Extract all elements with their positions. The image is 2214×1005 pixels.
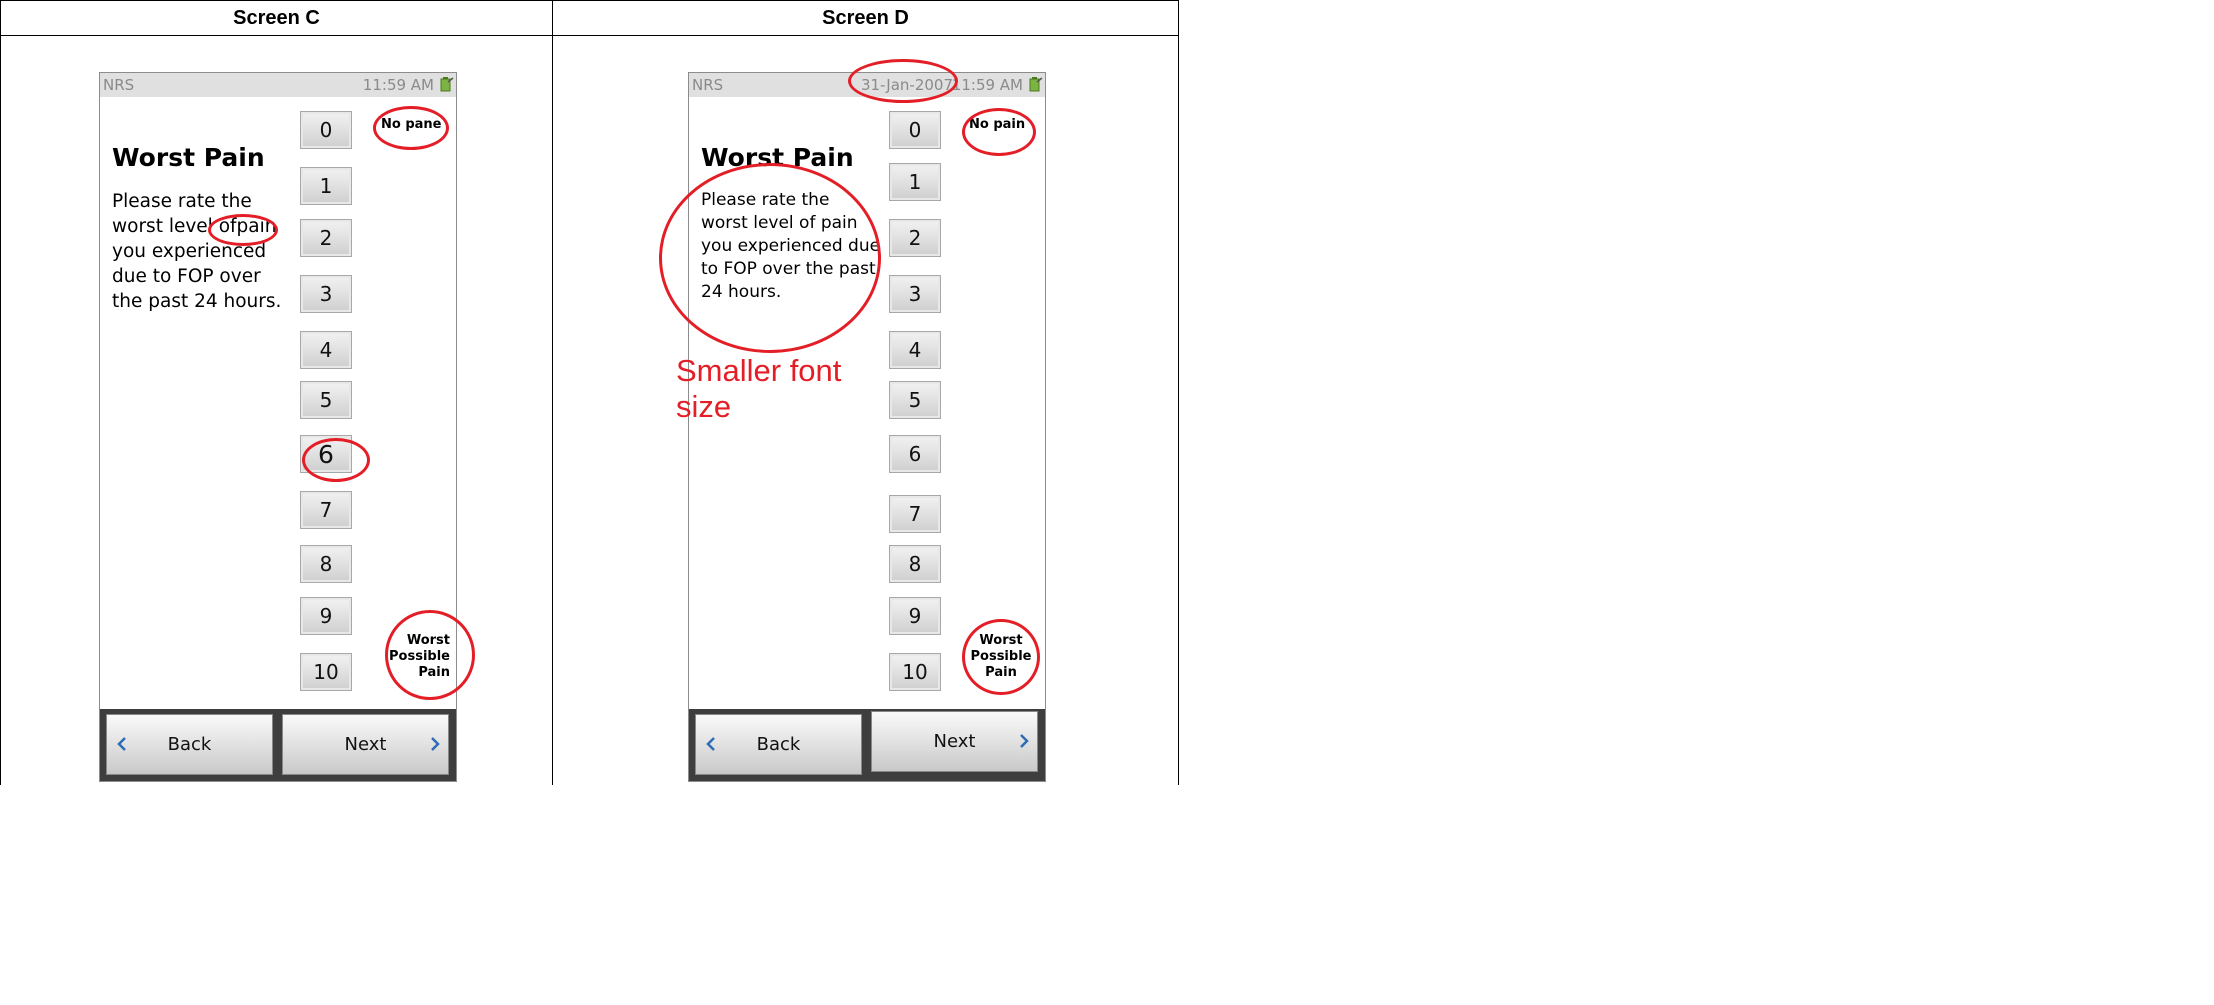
annotation-ring-worst-pain bbox=[962, 619, 1040, 695]
annotation-ring-prompt bbox=[659, 163, 881, 353]
scale-option-7[interactable]: 7 bbox=[300, 491, 352, 529]
scale-option-2[interactable]: 2 bbox=[300, 219, 352, 257]
chevron-left-icon bbox=[117, 737, 126, 751]
scale-option-1[interactable]: 1 bbox=[300, 167, 352, 205]
clock: 11:59 AM bbox=[362, 76, 434, 94]
annotation-ring-option-6 bbox=[302, 438, 370, 482]
next-button[interactable]: Next bbox=[282, 714, 449, 775]
scale-option-1[interactable]: 1 bbox=[889, 163, 941, 201]
annotation-ring-date bbox=[848, 59, 958, 103]
header-screen-c: Screen C bbox=[0, 0, 553, 36]
nav-bar: Back Next bbox=[689, 709, 1045, 781]
note-line: size bbox=[676, 389, 732, 424]
note-line: Smaller font bbox=[676, 353, 842, 388]
app-label: NRS bbox=[103, 76, 135, 94]
heading-text: Screen D bbox=[822, 6, 909, 29]
nav-bar: Back Next bbox=[100, 709, 456, 781]
back-button[interactable]: Back bbox=[695, 714, 862, 775]
scale-option-5[interactable]: 5 bbox=[889, 381, 941, 419]
question-prompt: Please rate the worst level ofpain you e… bbox=[112, 191, 282, 312]
scale-option-0[interactable]: 0 bbox=[300, 111, 352, 149]
battery-icon bbox=[440, 77, 454, 92]
scale-option-6[interactable]: 6 bbox=[889, 435, 941, 473]
battery-icon bbox=[1029, 77, 1043, 92]
chevron-left-icon bbox=[706, 737, 715, 751]
back-button[interactable]: Back bbox=[106, 714, 273, 775]
scale-option-2[interactable]: 2 bbox=[889, 219, 941, 257]
table-divider bbox=[552, 0, 553, 785]
clock: 11:59 AM bbox=[951, 76, 1023, 94]
scale-option-5[interactable]: 5 bbox=[300, 381, 352, 419]
annotation-ring-no-pain bbox=[962, 108, 1036, 156]
next-label: Next bbox=[344, 734, 387, 755]
annotation-ring-no-pane bbox=[373, 106, 449, 150]
table-border-left bbox=[0, 0, 1, 785]
status-bar: NRS 11:59 AM bbox=[100, 73, 456, 97]
chevron-right-icon bbox=[431, 737, 440, 751]
question-title: Worst Pain bbox=[112, 143, 265, 172]
scale-option-8[interactable]: 8 bbox=[889, 545, 941, 583]
scale-option-4[interactable]: 4 bbox=[300, 331, 352, 369]
scale-option-10[interactable]: 10 bbox=[889, 653, 941, 691]
back-label: Back bbox=[167, 734, 212, 755]
heading-text: Screen C bbox=[233, 6, 320, 29]
scale-option-0[interactable]: 0 bbox=[889, 111, 941, 149]
scale-option-7[interactable]: 7 bbox=[889, 495, 941, 533]
table-border-right bbox=[1178, 0, 1179, 785]
annotation-note: Smaller font size bbox=[676, 353, 841, 425]
scale-option-9[interactable]: 9 bbox=[300, 597, 352, 635]
chevron-right-icon bbox=[1020, 734, 1029, 748]
scale-option-9[interactable]: 9 bbox=[889, 597, 941, 635]
scale-option-3[interactable]: 3 bbox=[889, 275, 941, 313]
back-label: Back bbox=[756, 734, 801, 755]
scale-option-8[interactable]: 8 bbox=[300, 545, 352, 583]
scale-option-4[interactable]: 4 bbox=[889, 331, 941, 369]
header-screen-d: Screen D bbox=[552, 0, 1179, 36]
next-label: Next bbox=[933, 731, 976, 752]
annotation-ring-ofpain bbox=[208, 214, 278, 246]
scale-option-3[interactable]: 3 bbox=[300, 275, 352, 313]
scale-option-10[interactable]: 10 bbox=[300, 653, 352, 691]
app-label: NRS bbox=[692, 76, 724, 94]
next-button[interactable]: Next bbox=[871, 711, 1038, 772]
annotation-ring-worst-pain bbox=[385, 610, 475, 700]
